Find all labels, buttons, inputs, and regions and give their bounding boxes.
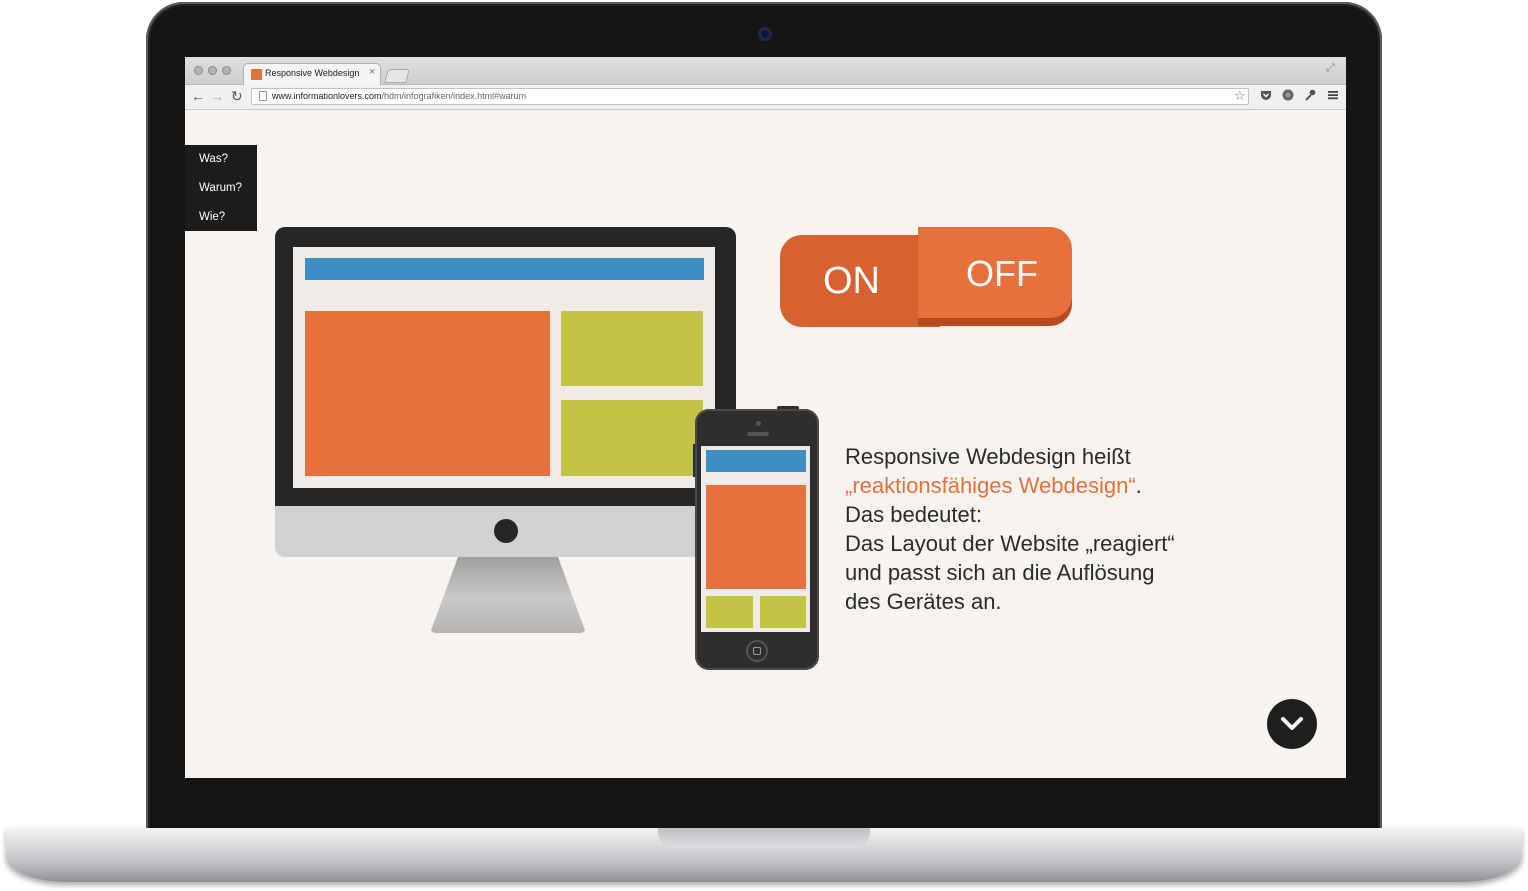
webcam-icon — [758, 27, 772, 41]
toggle-off-label: OFF — [966, 253, 1038, 294]
monitor-stand — [430, 557, 586, 633]
description-line: Das bedeutet: — [845, 502, 982, 527]
toggle-on-label: ON — [823, 260, 880, 302]
scroll-down-button[interactable] — [1267, 699, 1317, 749]
nav-item-wie[interactable]: Wie? — [199, 211, 225, 223]
arrow-left-icon[interactable]: ← — [191, 87, 205, 105]
address-text[interactable]: www.informationlovers.com/hdm/infografik… — [272, 91, 526, 101]
fullscreen-icon[interactable]: ⤢ — [1326, 62, 1335, 75]
description-line: Responsive Webdesign heißt — [845, 444, 1131, 469]
tab-close-icon[interactable]: × — [369, 66, 375, 78]
page-icon — [259, 91, 267, 101]
address-bar[interactable]: www.informationlovers.com/hdm/infografik… — [251, 88, 1249, 105]
favicon-icon — [251, 69, 262, 80]
phone-home-square-icon — [753, 647, 761, 655]
description-line: des Gerätes an. — [845, 589, 1002, 614]
phone-layout-main-block — [706, 485, 806, 589]
nav-item-warum[interactable]: Warum? — [199, 182, 242, 194]
browser-toolbar: ← → ↻ www.informationlovers.com/hdm/info… — [185, 85, 1346, 110]
description-highlight-line: „reaktionsfähiges Webdesign“. — [845, 471, 1205, 500]
hamburger-menu-icon[interactable] — [1327, 89, 1339, 101]
phone-layout-small-block — [760, 596, 806, 628]
on-off-toggle[interactable]: ON OFF — [780, 227, 1076, 328]
extension-globe-icon[interactable] — [1282, 89, 1294, 101]
chevron-down-icon — [1281, 717, 1303, 730]
monitor-logo-dot — [494, 519, 518, 543]
monitor-layout-header-block — [305, 258, 704, 280]
star-icon[interactable]: ☆ — [1234, 88, 1246, 104]
laptop-screen: Responsive Webdesign × ⤢ ← → ↻ www.infor… — [185, 57, 1346, 778]
monitor-layout-main-block — [305, 311, 550, 476]
pocket-icon[interactable] — [1260, 89, 1272, 101]
phone-speaker — [747, 432, 769, 436]
window-close-dot-icon[interactable] — [194, 66, 203, 75]
window-minimize-dot-icon[interactable] — [208, 66, 217, 75]
laptop-base-notch — [658, 828, 870, 848]
tab-title: Responsive Webdesign — [265, 68, 360, 78]
wrench-icon[interactable] — [1304, 89, 1316, 101]
window-zoom-dot-icon[interactable] — [222, 66, 231, 75]
description-line: Das Layout der Website „reagiert“ — [845, 531, 1175, 556]
description-line: und passt sich an die Auflösung — [845, 560, 1155, 585]
monitor-layout-side-block — [561, 400, 703, 476]
side-navigation: Was? Warum? Wie? — [185, 145, 257, 231]
reload-icon[interactable]: ↻ — [231, 87, 243, 105]
monitor-layout-side-block — [561, 311, 703, 386]
browser-tabbar: Responsive Webdesign × ⤢ — [185, 57, 1346, 85]
url-path: /hdm/infografiken/index.html#warum — [381, 91, 527, 101]
url-domain: www.informationlovers.com — [272, 91, 382, 101]
phone-camera — [756, 421, 761, 426]
description-highlight: „reaktionsfähiges Webdesign“ — [845, 473, 1136, 498]
phone-layout-header-block — [706, 450, 806, 472]
phone-layout-small-block — [706, 596, 753, 628]
description-text: Responsive Webdesign heißt „reaktionsfäh… — [845, 442, 1205, 616]
new-tab-button[interactable] — [384, 69, 410, 83]
description-highlight-suffix: . — [1135, 473, 1142, 498]
arrow-right-icon[interactable]: → — [210, 87, 224, 105]
nav-item-was[interactable]: Was? — [199, 153, 228, 165]
browser-tab-active[interactable]: Responsive Webdesign × — [243, 63, 381, 85]
